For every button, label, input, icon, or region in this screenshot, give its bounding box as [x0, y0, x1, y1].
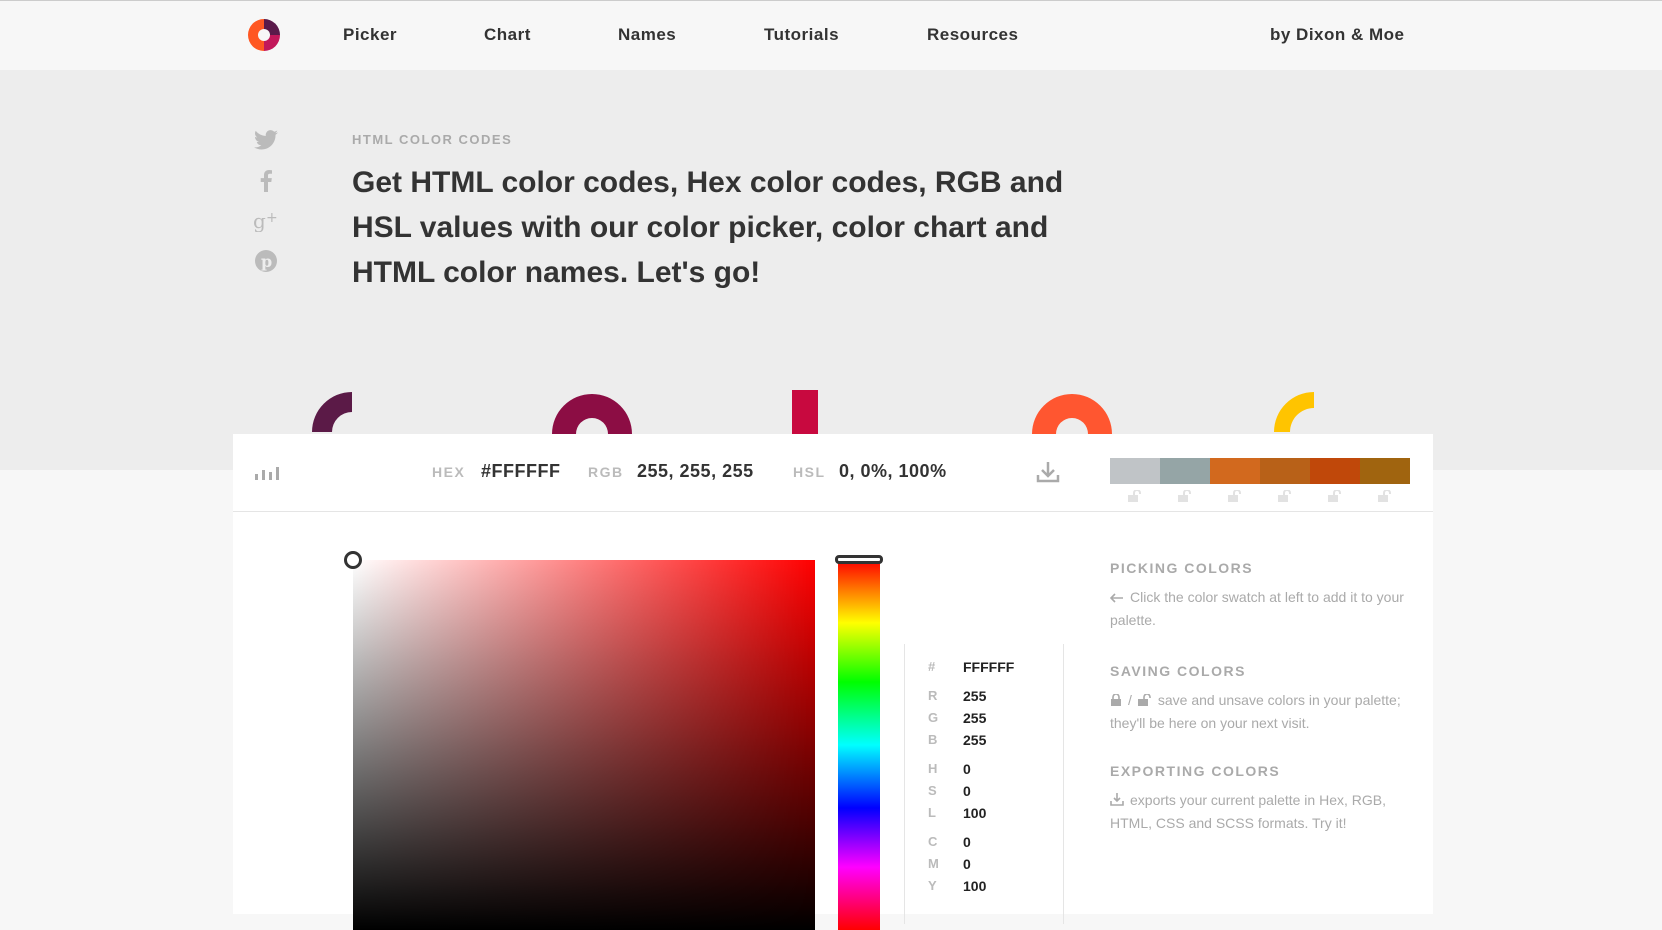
bar-chart-icon[interactable] [255, 464, 281, 485]
value-s[interactable]: 0 [963, 783, 971, 799]
decor-shape-ring [552, 394, 632, 434]
decor-shape-bar [792, 390, 818, 434]
palette-swatch[interactable] [1160, 458, 1210, 484]
value-hex[interactable]: FFFFFF [963, 659, 1014, 675]
unlock-icon[interactable] [1310, 490, 1360, 502]
decor-shape-ring-2 [1032, 394, 1112, 434]
color-toolbar: HEX #FFFFFF RGB 255, 255, 255 HSL 0, 0%,… [233, 434, 1433, 512]
help-exporting-title: EXPORTING COLORS [1110, 763, 1281, 779]
color-picker-panel: HEX #FFFFFF RGB 255, 255, 255 HSL 0, 0%,… [233, 434, 1433, 930]
hsl-label: HSL [793, 464, 826, 480]
value-key: S [928, 783, 938, 798]
unlock-icon[interactable] [1260, 490, 1310, 502]
download-icon [1110, 790, 1124, 812]
value-g[interactable]: 255 [963, 710, 986, 726]
value-row-r: R 255 [905, 688, 1065, 710]
value-row-m: M 0 [905, 856, 1065, 878]
value-row-g: G 255 [905, 710, 1065, 732]
help-saving-title: SAVING COLORS [1110, 663, 1246, 679]
help-picking: PICKING COLORS Click the color swatch at… [1109, 560, 1410, 631]
value-c[interactable]: 0 [963, 834, 971, 850]
decor-shape-quarter-arc [312, 392, 352, 432]
help-saving-text: save and unsave colors in your palette; … [1110, 692, 1401, 732]
hue-slider-handle[interactable] [835, 555, 883, 564]
help-saving-sep: / [1128, 692, 1132, 708]
hue-slider[interactable] [838, 560, 880, 930]
palette-swatch[interactable] [1310, 458, 1360, 484]
unlock-icon[interactable] [1160, 490, 1210, 502]
unlock-icon [1137, 690, 1152, 712]
value-r[interactable]: 255 [963, 688, 986, 704]
google-plus-icon[interactable]: g + [252, 207, 280, 235]
svg-text:p: p [261, 252, 272, 271]
nav-chart[interactable]: Chart [484, 25, 531, 45]
hero-eyebrow: HTML COLOR CODES [352, 132, 513, 147]
nav-names[interactable]: Names [618, 25, 676, 45]
saturation-handle[interactable] [344, 551, 362, 569]
value-row-hex: # FFFFFF [905, 659, 1065, 681]
nav-picker[interactable]: Picker [343, 25, 397, 45]
value-row-h: H 0 [905, 761, 1065, 783]
value-key: M [928, 856, 940, 871]
value-key: L [928, 805, 937, 820]
palette-swatch[interactable] [1360, 458, 1410, 484]
unlock-icon[interactable] [1210, 490, 1260, 502]
lock-icon [1110, 690, 1122, 712]
value-row-c: C 0 [905, 834, 1065, 856]
facebook-icon[interactable] [252, 167, 280, 195]
value-key: Y [928, 878, 938, 893]
value-h[interactable]: 0 [963, 761, 971, 777]
top-navbar: Picker Chart Names Tutorials Resources b… [0, 0, 1662, 70]
twitter-icon[interactable] [252, 126, 280, 154]
value-b[interactable]: 255 [963, 732, 986, 748]
download-icon[interactable] [1036, 460, 1060, 489]
unlock-icon[interactable] [1110, 490, 1160, 502]
color-values-list: # FFFFFF R 255 G 255 B 255 H 0 S 0 L 100… [904, 644, 1064, 924]
value-y[interactable]: 100 [963, 878, 986, 894]
rgb-value[interactable]: 255, 255, 255 [637, 461, 754, 482]
arrow-left-icon [1109, 587, 1124, 609]
nav-tutorials[interactable]: Tutorials [764, 25, 839, 45]
palette-swatches [1110, 458, 1410, 484]
value-key: # [928, 659, 937, 674]
palette-swatch[interactable] [1260, 458, 1310, 484]
value-key: H [928, 761, 939, 776]
page-title: Get HTML color codes, Hex color codes, R… [352, 166, 1064, 289]
value-row-s: S 0 [905, 783, 1065, 805]
help-saving: SAVING COLORS / save and unsave colors in… [1110, 663, 1410, 734]
value-row-y: Y 100 [905, 878, 1065, 900]
rgb-label: RGB [588, 464, 624, 480]
svg-text:g: g [253, 210, 266, 232]
value-m[interactable]: 0 [963, 856, 971, 872]
value-key: G [928, 710, 940, 725]
saturation-brightness-field[interactable] [353, 560, 815, 930]
help-picking-text: Click the color swatch at left to add it… [1110, 589, 1404, 629]
hex-value[interactable]: #FFFFFF [481, 461, 560, 482]
palette-swatch[interactable] [1210, 458, 1260, 484]
value-row-l: L 100 [905, 805, 1065, 827]
value-key: C [928, 834, 939, 849]
palette-locks [1110, 490, 1410, 502]
nav-byline[interactable]: by Dixon & Moe [1270, 25, 1405, 45]
help-exporting-text: exports your current palette in Hex, RGB… [1110, 792, 1386, 832]
site-logo[interactable] [248, 19, 280, 51]
value-key: B [928, 732, 939, 747]
value-l[interactable]: 100 [963, 805, 986, 821]
decor-shape-quarter-arc-2 [1274, 392, 1314, 432]
value-row-b: B 255 [905, 732, 1065, 754]
help-picking-title: PICKING COLORS [1110, 560, 1254, 576]
unlock-icon[interactable] [1360, 490, 1410, 502]
value-key: R [928, 688, 939, 703]
hsl-value[interactable]: 0, 0%, 100% [839, 461, 947, 482]
hex-label: HEX [432, 464, 466, 480]
palette-swatch[interactable] [1110, 458, 1160, 484]
nav-resources[interactable]: Resources [927, 25, 1018, 45]
help-exporting: EXPORTING COLORS exports your current pa… [1110, 763, 1410, 834]
pinterest-icon[interactable]: p [252, 247, 280, 275]
svg-text:+: + [266, 210, 278, 226]
